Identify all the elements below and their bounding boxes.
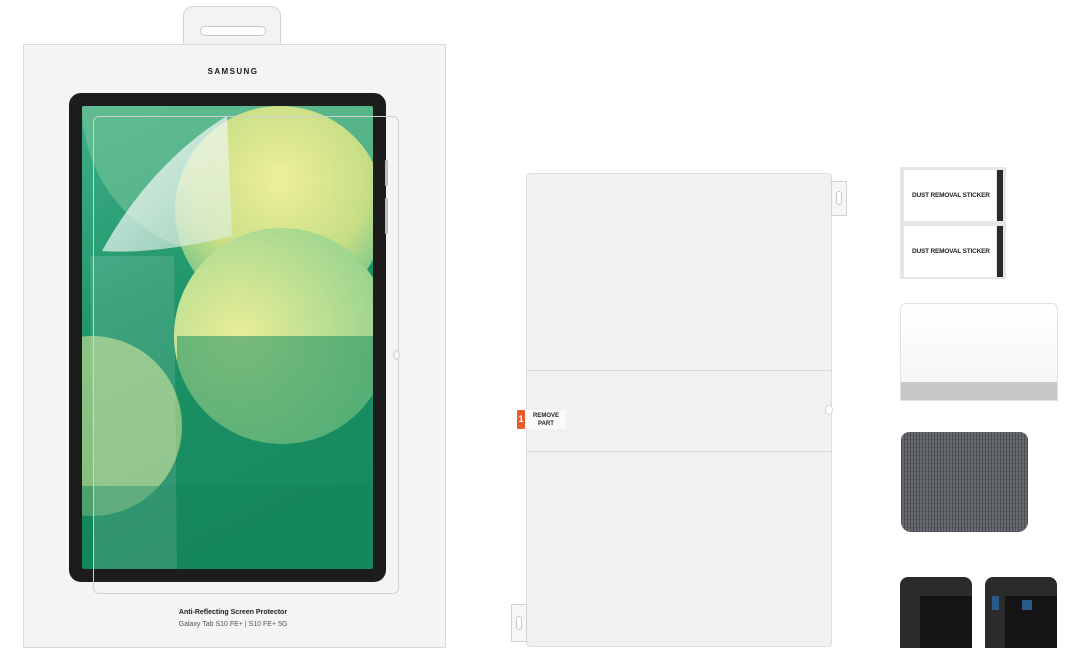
hanger-slot — [200, 26, 266, 36]
film-outline — [93, 116, 399, 594]
guide-clip-left-inner — [920, 596, 972, 648]
dust-removal-sticker: DUST REMOVAL STICKER — [904, 226, 996, 277]
compatible-models: Galaxy Tab S10 FE+ | S10 FE+ 5G — [178, 621, 288, 628]
squeegee-felt-edge — [901, 382, 1057, 400]
brand-logo: SAMSUNG — [207, 67, 259, 76]
guide-clip-blue-accent — [1022, 600, 1032, 610]
tab-hole — [516, 616, 522, 630]
step-number-badge: 1 — [517, 410, 525, 429]
film-edge-notch — [825, 405, 833, 415]
remove-part-label: REMOVE PART — [526, 410, 566, 429]
microfiber-cloth — [901, 432, 1028, 532]
squeegee-card — [900, 303, 1058, 401]
film-fold-line — [526, 451, 832, 452]
product-title: Anti-Reflecting Screen Protector — [178, 609, 288, 616]
screen-protector-film — [526, 173, 832, 647]
remove-label-line2: PART — [538, 421, 554, 427]
sticker-tab — [997, 170, 1003, 221]
film-fold-line — [526, 370, 832, 371]
remove-label-line1: REMOVE — [532, 413, 559, 419]
dust-removal-sticker: DUST REMOVAL STICKER — [904, 170, 996, 221]
sticker-tab — [997, 226, 1003, 277]
guide-clip-blue-accent — [992, 596, 999, 610]
tab-hole — [836, 191, 842, 205]
film-outline-notch — [393, 350, 400, 360]
